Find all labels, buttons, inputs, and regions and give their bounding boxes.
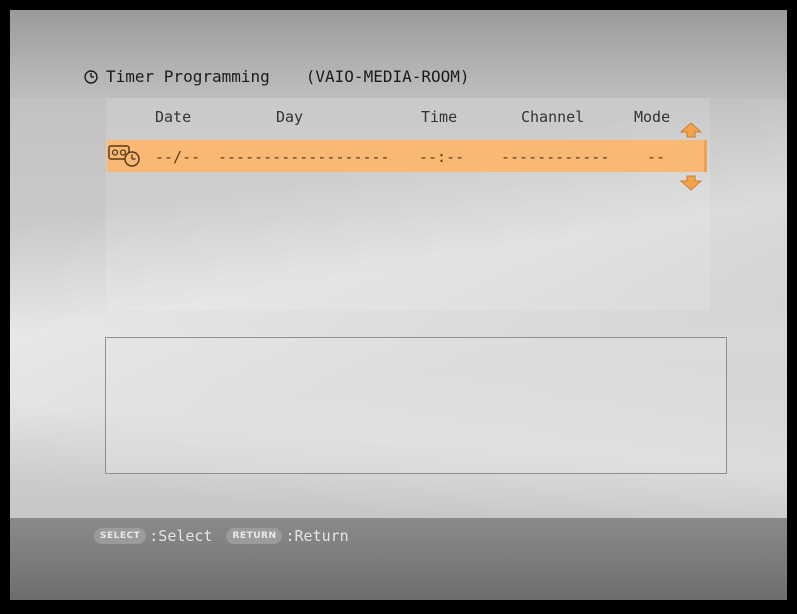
return-key-badge: RETURN (226, 528, 283, 544)
host-name: (VAIO-MEDIA-ROOM) (305, 67, 470, 86)
column-header-mode: Mode (634, 108, 671, 126)
timer-row[interactable]: --/-- ------------------- --:-- --------… (107, 140, 707, 172)
page-title: Timer Programming (VAIO-MEDIA-ROOM) (84, 67, 470, 86)
column-header-day: Day (276, 108, 304, 126)
row-channel: ------------ (501, 148, 610, 166)
select-key-badge: SELECT (94, 528, 147, 544)
tv-screen: Timer Programming (VAIO-MEDIA-ROOM) Date… (10, 10, 787, 600)
column-header-time: Time (421, 108, 458, 126)
button-hints: SELECT :Select RETURN :Return (94, 527, 349, 545)
row-date: --/-- (155, 148, 201, 166)
title-label: Timer Programming (106, 67, 270, 86)
clock-icon (84, 69, 98, 84)
row-time: --:-- (419, 148, 465, 166)
select-hint-label: :Select (149, 527, 213, 545)
column-header-channel: Channel (521, 108, 585, 126)
row-day: ------------------- (218, 148, 390, 166)
vcr-timer-icon (108, 145, 140, 167)
arrow-up-icon[interactable] (680, 122, 702, 138)
row-mode: -- (647, 148, 666, 166)
column-header-date: Date (155, 108, 192, 126)
detail-panel (105, 337, 727, 474)
timer-list (106, 98, 710, 310)
arrow-down-icon[interactable] (680, 175, 702, 191)
return-hint-label: :Return (285, 527, 349, 545)
